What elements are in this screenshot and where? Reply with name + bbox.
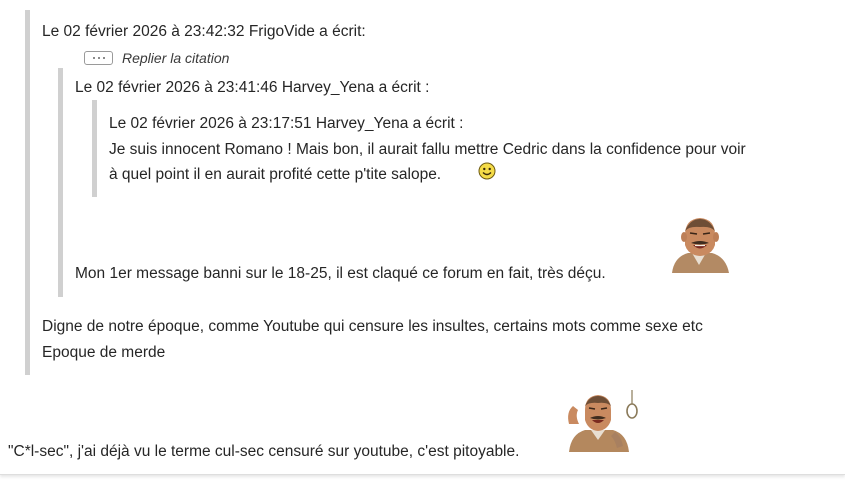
collapse-quote-toggle[interactable]: Replier la citation: [84, 49, 229, 67]
message-card: Le 02 février 2026 à 23:42:32 FrigoVide …: [0, 0, 845, 475]
ellipsis-icon[interactable]: [84, 51, 113, 65]
outer-quote-text-line2: Epoque de merde: [42, 344, 166, 361]
inner-quote-header: Le 02 février 2026 à 23:17:51 Harvey_Yen…: [109, 115, 464, 132]
middle-quote-text: Mon 1er message banni sur le 18-25, il e…: [75, 265, 606, 282]
man-with-noose-sticker: [568, 390, 638, 452]
laughing-man-sticker: [672, 218, 729, 273]
outer-quote-text-line1: Digne de notre époque, comme Youtube qui…: [42, 318, 703, 335]
collapse-quote-label[interactable]: Replier la citation: [122, 50, 229, 66]
inner-quote-text-line2: à quel point il en aurait profité cette …: [109, 166, 442, 183]
middle-quote-header: Le 02 février 2026 à 23:41:46 Harvey_Yen…: [75, 79, 430, 96]
reply-text: "C*l-sec", j'ai déjà vu le terme cul-sec…: [8, 443, 520, 460]
smiley-emoji-icon: [478, 162, 496, 180]
inner-quote-text-line1: Je suis innocent Romano ! Mais bon, il a…: [109, 141, 746, 158]
outer-quote-header: Le 02 février 2026 à 23:42:32 FrigoVide …: [42, 23, 366, 40]
